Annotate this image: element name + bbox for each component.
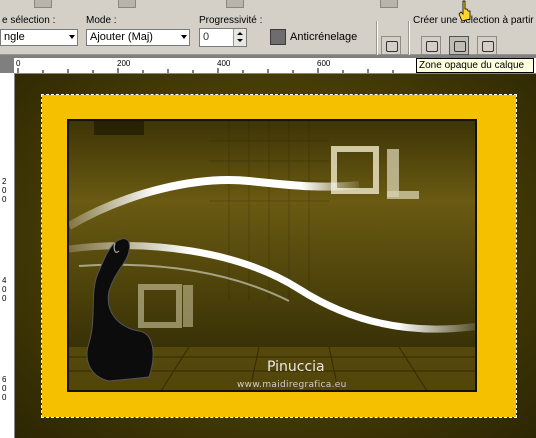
ruler-mark: 0 (2, 384, 7, 393)
ruler-mark: 400 (217, 59, 231, 68)
ruler-mark: 0 (2, 285, 7, 294)
main-toolbar (0, 0, 536, 8)
selection-icon (386, 41, 398, 52)
artwork-graphic (69, 121, 475, 390)
progressivity-value: 0 (203, 31, 210, 43)
selection-mode-button[interactable] (381, 36, 401, 55)
arrow-down-icon[interactable] (237, 39, 243, 42)
ruler-mark: 600 (317, 59, 331, 68)
antialias-label: Anticrénelage (290, 31, 358, 43)
artwork-url: www.maidiregrafica.eu (237, 380, 347, 390)
layer-opaque-button[interactable] (449, 36, 469, 55)
toolbar-icon[interactable] (226, 0, 244, 8)
layer-opaque-icon (454, 41, 466, 52)
ruler-mark: 0 (2, 195, 7, 204)
toolbar-icon[interactable] (34, 0, 52, 8)
ruler-mark: 0 (2, 393, 7, 402)
artwork-title: Pinuccia (267, 359, 325, 375)
tool-options-bar: e sélection : ngle Mode : Ajouter (Maj) … (0, 8, 536, 55)
separator (408, 21, 410, 55)
ruler-mark: 0 (16, 59, 21, 68)
arrow-up-icon[interactable] (237, 32, 243, 35)
ruler-mark: 0 (2, 294, 7, 303)
selection-type-value: ngle (4, 31, 25, 43)
hand-cursor-icon (458, 0, 471, 22)
ruler-mark: 2 (2, 177, 7, 186)
image-canvas[interactable]: Pinuccia www.maidiregrafica.eu (15, 74, 536, 438)
layer-selection-button[interactable] (421, 36, 441, 55)
layer-icon (426, 41, 438, 52)
mode-label: Mode : (86, 15, 117, 26)
separator (376, 21, 378, 55)
progressivity-stepper[interactable]: 0 (199, 28, 247, 47)
ruler-mark: 6 (2, 375, 7, 384)
ruler-mark: 4 (2, 276, 7, 285)
ruler-mark: 0 (2, 186, 7, 195)
create-selection-label: Créer une sélection à partir de (413, 15, 536, 26)
toolbar-icon[interactable] (118, 0, 136, 8)
merged-selection-button[interactable] (477, 36, 497, 55)
artwork-image: Pinuccia www.maidiregrafica.eu (67, 119, 477, 392)
mode-value: Ajouter (Maj) (90, 31, 153, 43)
stepper-buttons[interactable] (233, 29, 246, 46)
selection-type-select[interactable]: ngle (0, 29, 78, 46)
progressivity-label: Progressivité : (199, 15, 263, 26)
chevron-down-icon (69, 35, 75, 39)
toolbar-icon[interactable] (380, 0, 398, 8)
ruler-mark: 200 (117, 59, 131, 68)
selection-type-label: e sélection : (2, 15, 56, 26)
merged-icon (482, 41, 494, 52)
mode-select[interactable]: Ajouter (Maj) (86, 29, 190, 46)
antialias-checkbox[interactable] (270, 29, 286, 45)
vertical-ruler[interactable]: 2 0 0 4 0 0 6 0 0 (0, 73, 15, 438)
chevron-down-icon (181, 35, 187, 39)
tooltip: Zone opaque du calque (416, 58, 534, 73)
